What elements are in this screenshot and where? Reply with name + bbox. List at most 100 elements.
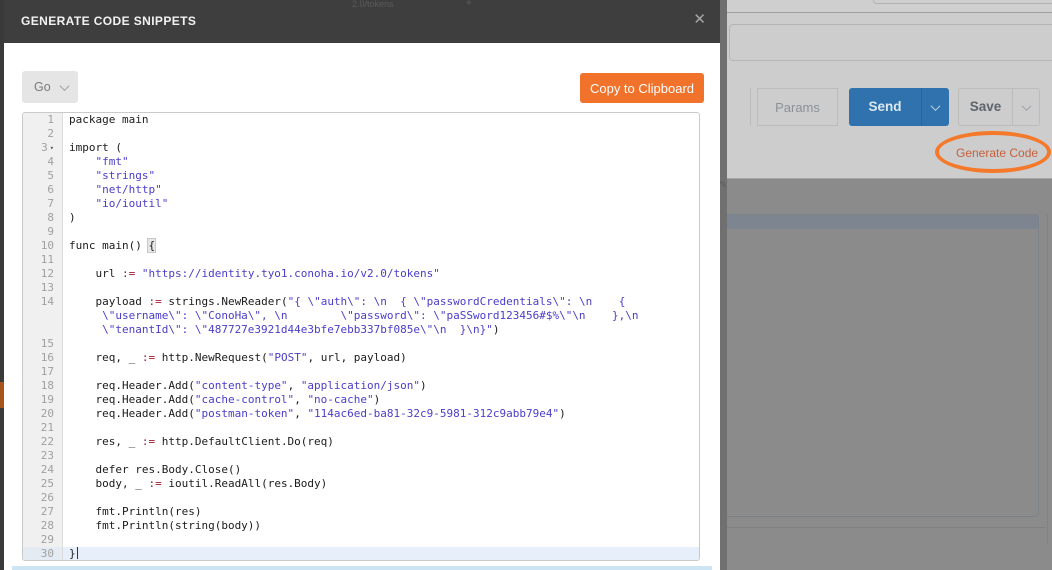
line-number: 24 — [23, 463, 63, 477]
code-line[interactable]: 29 — [23, 533, 699, 547]
code-text: ) — [69, 211, 76, 224]
line-number: 2 — [23, 127, 63, 141]
background-topbar — [727, 0, 1052, 13]
code-text: req.Header.Add("postman-token", "114ac6e… — [69, 407, 566, 420]
fold-arrow-icon[interactable]: ▾ — [50, 144, 54, 152]
save-dropdown[interactable] — [1013, 89, 1039, 125]
code-editor[interactable]: 1 package main 2 3 ▾ import (4 "fmt" 5 "string… — [22, 112, 700, 561]
code-line[interactable]: 6 "net/http" — [23, 183, 699, 197]
code-line[interactable]: 18 req.Header.Add("content-type", "appli… — [23, 379, 699, 393]
editor-scroll-strip — [12, 566, 712, 570]
code-text: req.Header.Add("cache-control", "no-cach… — [69, 393, 381, 406]
params-button[interactable]: Params — [757, 88, 838, 126]
line-number: 12 — [23, 267, 63, 281]
background-response-area — [727, 178, 1052, 570]
language-select-value: Go — [34, 80, 51, 94]
code-text: body, _ := ioutil.ReadAll(res.Body) — [69, 477, 328, 490]
line-number: 26 — [23, 491, 63, 505]
send-button[interactable]: Send — [849, 88, 949, 126]
line-number: 6 — [23, 183, 63, 197]
line-number: 14 — [23, 295, 63, 309]
copy-to-clipboard-button[interactable]: Copy to Clipboard — [580, 73, 704, 103]
chevron-down-icon — [930, 100, 941, 111]
code-line[interactable]: 2 — [23, 127, 699, 141]
code-line[interactable]: 4 "fmt" — [23, 155, 699, 169]
code-text: } — [63, 547, 699, 560]
line-number: 29 — [23, 533, 63, 547]
line-number: 19 — [23, 393, 63, 407]
screen: Params Send Save Generate Code ✎ 2.0/tok… — [0, 0, 1052, 570]
line-number: 30 — [23, 547, 63, 560]
code-line[interactable]: 9 — [23, 225, 699, 239]
line-number: 8 — [23, 211, 63, 225]
line-number: 5 — [23, 169, 63, 183]
code-line[interactable]: 25 body, _ := ioutil.ReadAll(res.Body) — [23, 477, 699, 491]
code-line[interactable]: 15 — [23, 337, 699, 351]
code-rows: 1 package main 2 3 ▾ import (4 "fmt" 5 "string… — [23, 113, 699, 560]
code-text: fmt.Println(res) — [69, 505, 202, 518]
line-number: 28 — [23, 519, 63, 533]
code-line[interactable]: 13 — [23, 281, 699, 295]
line-number: 22 — [23, 435, 63, 449]
code-text: import ( — [69, 141, 122, 154]
line-number: 27 — [23, 505, 63, 519]
text-cursor — [76, 547, 78, 559]
save-button[interactable]: Save — [958, 88, 1040, 126]
code-line[interactable]: 30} — [23, 547, 699, 560]
edit-pencil-icon: ✎ — [719, 180, 728, 191]
code-line[interactable]: 8) — [23, 211, 699, 225]
code-line[interactable]: 5 "strings" — [23, 169, 699, 183]
modal-title: GENERATE CODE SNIPPETS — [21, 14, 197, 28]
code-line[interactable]: 17 — [23, 365, 699, 379]
code-line[interactable]: 12 url := "https://identity.tyo1.conoha.… — [23, 267, 699, 281]
code-line[interactable]: 14 payload := strings.NewReader("{ \"aut… — [23, 295, 699, 309]
code-line[interactable]: 22 res, _ := http.DefaultClient.Do(req) — [23, 435, 699, 449]
code-line[interactable]: \"tenantId\": \"487727e3921d44e3bfe7ebb3… — [23, 323, 699, 337]
background-environment-box — [873, 0, 1052, 4]
line-number — [23, 309, 63, 323]
code-text: package main — [69, 113, 149, 126]
divider — [750, 88, 751, 126]
code-line[interactable]: 7 "io/ioutil" — [23, 197, 699, 211]
code-line[interactable]: 20 req.Header.Add("postman-token", "114a… — [23, 407, 699, 421]
modal-shadow-edge — [720, 0, 727, 570]
code-line[interactable]: 21 — [23, 421, 699, 435]
code-text: res, _ := http.DefaultClient.Do(req) — [69, 435, 334, 448]
generate-code-link[interactable]: Generate Code — [956, 146, 1044, 160]
code-line[interactable]: 1 package main — [23, 113, 699, 127]
line-number: 23 — [23, 449, 63, 463]
code-text: \"username\": \"ConoHa\", \n \"password\… — [69, 309, 639, 322]
line-number: 7 — [23, 197, 63, 211]
code-line[interactable]: 28 fmt.Println(string(body)) — [23, 519, 699, 533]
code-text: "io/ioutil" — [95, 197, 169, 210]
code-line[interactable]: 27 fmt.Println(res) — [23, 505, 699, 519]
code-line[interactable]: 10 func main() { — [23, 239, 699, 253]
code-line[interactable]: 26 — [23, 491, 699, 505]
line-number: 9 — [23, 225, 63, 239]
line-number — [23, 323, 63, 337]
code-line[interactable]: 19 req.Header.Add("cache-control", "no-c… — [23, 393, 699, 407]
close-icon[interactable]: ✕ — [693, 12, 706, 27]
code-line[interactable]: 16 req, _ := http.NewRequest("POST", url… — [23, 351, 699, 365]
code-line[interactable]: 11 — [23, 253, 699, 267]
code-text: "fmt" — [95, 155, 129, 168]
code-line[interactable]: 3 ▾ import ( — [23, 141, 699, 155]
language-select[interactable]: Go — [22, 71, 78, 103]
send-button-label[interactable]: Send — [849, 88, 922, 126]
line-number: 25 — [23, 477, 63, 491]
line-number: 18 — [23, 379, 63, 393]
background-tab-plus: + — [466, 0, 472, 9]
url-field-outline — [729, 24, 1052, 61]
send-dropdown[interactable] — [922, 88, 949, 126]
line-number: 15 — [23, 337, 63, 351]
dimmed-background: Params Send Save Generate Code — [727, 0, 1052, 570]
code-line[interactable]: \"username\": \"ConoHa\", \n \"password\… — [23, 309, 699, 323]
code-line[interactable]: 24 defer res.Body.Close() — [23, 463, 699, 477]
code-line[interactable]: 23 — [23, 449, 699, 463]
save-button-label[interactable]: Save — [959, 89, 1013, 125]
